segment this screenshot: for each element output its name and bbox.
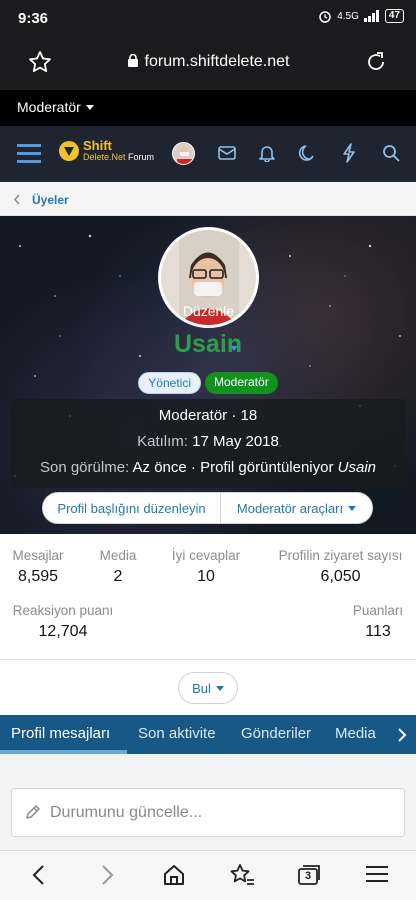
moderator-menu[interactable]: Moderatör	[17, 99, 94, 115]
address-bar[interactable]: forum.shiftdelete.net	[0, 53, 416, 71]
hamburger-menu-icon[interactable]	[17, 143, 41, 163]
stat-label: İyi cevaplar	[171, 548, 241, 563]
stat-label: Reaksiyon puanı	[12, 603, 114, 618]
site-header: Shift Delete.Net Forum	[0, 126, 416, 182]
moderator-bar: Moderatör	[0, 90, 416, 126]
tab-media[interactable]: Media	[335, 725, 376, 742]
inbox-icon[interactable]	[218, 145, 236, 161]
status-update-input[interactable]: Durumunu güncelle...	[11, 788, 405, 837]
lock-icon	[127, 53, 138, 67]
menu-icon[interactable]	[366, 863, 388, 885]
status-update-placeholder: Durumunu güncelle...	[50, 804, 203, 821]
last-seen-info: Son görülme: Az önce · Profil görüntülen…	[11, 459, 405, 476]
battery-icon: 47	[384, 9, 404, 23]
alarm-icon	[319, 11, 331, 23]
last-seen-value: Az önce · Profil görüntüleniyor	[132, 459, 334, 476]
breadcrumb: Üyeler	[0, 182, 416, 216]
tabs-switcher-button[interactable]: 3	[297, 864, 321, 886]
moderator-tools-label: Moderatör araçları	[236, 500, 344, 516]
back-arrow-icon[interactable]	[30, 863, 48, 887]
bell-icon[interactable]	[259, 144, 275, 162]
stat-label: Puanları	[352, 603, 404, 618]
breadcrumb-members-link[interactable]: Üyeler	[32, 193, 69, 207]
joined-info: Katılım: 17 May 2018	[11, 433, 405, 450]
moderator-badge: Moderatör	[205, 372, 278, 394]
logo-text: Shift	[83, 138, 112, 153]
tabs-scroll-right-button[interactable]	[388, 715, 416, 754]
stat-value[interactable]: 113	[346, 623, 410, 641]
status-update-area: Durumunu güncelle...	[0, 754, 416, 850]
username-caret-icon[interactable]	[230, 346, 238, 351]
chevron-down-icon	[348, 505, 357, 511]
profile-username: Usain	[173, 330, 243, 358]
pencil-icon	[26, 805, 40, 819]
user-avatar-small[interactable]	[172, 142, 195, 165]
chevron-down-icon	[85, 105, 94, 110]
profile-action-buttons: Profil başlığını düzenleyin Moderatör ar…	[42, 492, 373, 524]
clock: 9:36	[18, 10, 49, 27]
tab-latest-activity[interactable]: Son aktivite	[138, 725, 216, 742]
stat-value[interactable]: 2	[92, 568, 144, 586]
avatar-edit-label[interactable]: Düzenle	[161, 303, 256, 319]
bookmarks-icon[interactable]	[229, 863, 255, 887]
last-seen-user: Usain	[337, 459, 377, 476]
find-bar: Bul	[0, 660, 416, 715]
stat-value: 10	[197, 568, 215, 585]
chevron-down-icon	[215, 685, 224, 691]
logo-forum: Forum	[128, 152, 155, 162]
stat-good-answers: İyi cevaplar 10	[165, 548, 247, 586]
network-type: 4.5G	[337, 10, 359, 22]
user-badges: Yönetici Moderatör	[0, 372, 416, 394]
joined-date: 17 May 2018	[192, 433, 279, 450]
chevron-right-icon	[398, 727, 407, 742]
tab-count: 3	[304, 870, 312, 882]
logo-subtext: Delete.Net	[83, 152, 126, 162]
browser-bottom-nav: 3	[0, 850, 416, 900]
avatar-small-image	[177, 147, 192, 164]
stat-value: 6,050	[320, 568, 361, 585]
stat-label: Mesajlar	[12, 548, 64, 563]
logo-icon	[59, 141, 79, 161]
url-text: forum.shiftdelete.net	[144, 53, 290, 70]
moderator-tools-button[interactable]: Moderatör araçları	[221, 493, 372, 523]
search-icon[interactable]	[382, 144, 400, 162]
stat-label: Profilin ziyaret sayısı	[278, 548, 403, 563]
user-title: Moderatör · 18	[158, 407, 258, 424]
joined-label: Katılım:	[137, 433, 188, 450]
home-icon[interactable]	[162, 863, 186, 887]
reload-icon[interactable]	[364, 50, 388, 74]
site-logo[interactable]: Shift Delete.Net Forum	[58, 138, 155, 162]
stat-value[interactable]: 8,595	[8, 568, 68, 586]
stat-label: Media	[99, 548, 137, 563]
tab-profile-posts[interactable]: Profil mesajları	[11, 725, 110, 742]
forward-arrow-icon[interactable]	[98, 863, 116, 887]
stat-value[interactable]: 12,704	[8, 623, 118, 641]
edit-banner-button[interactable]: Profil başlığını düzenleyin	[43, 493, 221, 523]
edit-banner-label: Profil başlığını düzenleyin	[57, 500, 206, 516]
moderator-menu-label: Moderatör	[17, 99, 81, 115]
admin-badge: Yönetici	[138, 372, 201, 394]
stat-media: Media 2	[92, 548, 144, 586]
chevron-left-icon	[13, 194, 20, 205]
status-icons: 4.5G 47	[318, 9, 404, 23]
find-button[interactable]: Bul	[178, 672, 238, 704]
stat-reaction-score: Reaksiyon puanı 12,704	[8, 603, 118, 641]
profile-cover: Düzenle Usain Yönetici Moderatör Moderat…	[0, 216, 416, 534]
stat-points: Puanları 113	[346, 603, 410, 641]
profile-stats: Mesajlar 8,595 Media 2 İyi cevaplar 10 P…	[0, 534, 416, 660]
profile-avatar[interactable]: Düzenle	[158, 227, 259, 328]
tab-postings[interactable]: Gönderiler	[241, 725, 311, 742]
moon-icon[interactable]	[298, 144, 315, 162]
profile-info-box: Moderatör · 18 Katılım: 17 May 2018 Son …	[11, 399, 405, 488]
browser-toolbar: forum.shiftdelete.net	[0, 36, 416, 90]
profile-tabs: Profil mesajları Son aktivite Gönderiler…	[0, 715, 416, 754]
flash-icon[interactable]	[342, 143, 356, 163]
status-bar: 9:36 4.5G 47	[0, 0, 416, 36]
stat-profile-views: Profilin ziyaret sayısı 6,050	[271, 548, 410, 586]
last-seen-label: Son görülme:	[39, 459, 130, 476]
find-label: Bul	[192, 680, 211, 696]
stat-messages: Mesajlar 8,595	[8, 548, 68, 586]
signal-icon	[363, 10, 379, 22]
